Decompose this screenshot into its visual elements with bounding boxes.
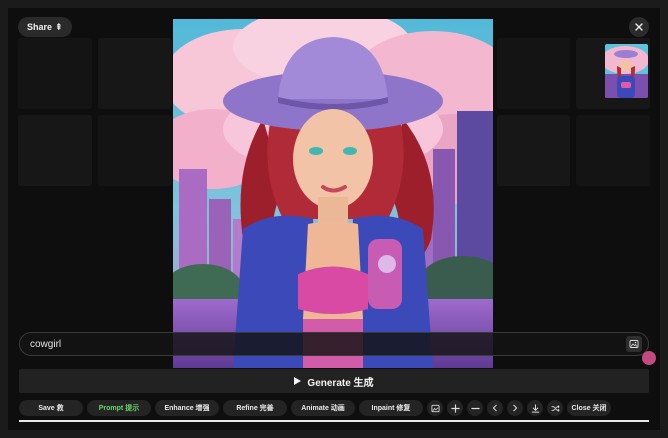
prompt-text: cowgirl	[30, 338, 62, 350]
gallery-tile	[97, 38, 172, 109]
download-icon	[531, 403, 539, 413]
zoom-out-button[interactable]	[467, 400, 483, 416]
play-icon	[294, 377, 302, 385]
chevron-right-icon	[513, 404, 518, 412]
close-icon	[635, 23, 643, 31]
shuffle-button[interactable]	[547, 400, 563, 416]
generate-button[interactable]: Generate 生成	[19, 369, 649, 393]
share-button[interactable]: Share ⇞	[18, 17, 72, 37]
prompt-button[interactable]: Prompt 提示	[87, 400, 151, 416]
download-button[interactable]	[527, 400, 543, 416]
save-button[interactable]: Save 救	[19, 400, 83, 416]
cowgirl-illustration	[173, 19, 493, 368]
image-tool-button[interactable]	[427, 400, 443, 416]
progress-line	[19, 420, 649, 422]
gallery-tile	[97, 115, 172, 186]
chevron-left-icon	[492, 404, 497, 412]
side-handle[interactable]	[642, 351, 656, 365]
image-icon	[629, 340, 639, 348]
thumbnail-art	[605, 44, 648, 98]
close-button[interactable]: Close 关闭	[567, 400, 611, 416]
zoom-in-button[interactable]	[447, 400, 463, 416]
image-thumbnail[interactable]	[605, 44, 648, 98]
generate-label: Generate 生成	[307, 377, 374, 389]
gallery-tile	[496, 38, 571, 109]
generated-image	[173, 19, 493, 368]
minus-icon	[470, 407, 480, 409]
gallery-tile	[18, 38, 92, 109]
image-upload-button[interactable]	[626, 336, 642, 352]
close-modal-button[interactable]	[629, 17, 649, 37]
gallery-tile	[496, 115, 571, 186]
shuffle-icon	[550, 404, 560, 412]
image-icon	[430, 404, 440, 412]
previous-button[interactable]	[487, 400, 503, 416]
gallery-tile	[18, 115, 92, 186]
share-icon: ⇞	[55, 21, 63, 32]
action-toolbar: Save 救 Prompt 提示 Enhance 增强 Refine 完善 An…	[19, 400, 649, 416]
animate-button[interactable]: Animate 动画	[291, 400, 355, 416]
gallery-tile	[576, 115, 650, 186]
plus-icon	[450, 403, 460, 413]
prompt-input[interactable]: cowgirl	[19, 332, 649, 356]
modal-frame: Share ⇞ cowgirl Generate 生成 Save 救 Promp…	[8, 8, 660, 430]
enhance-button[interactable]: Enhance 增强	[155, 400, 219, 416]
share-label: Share	[27, 22, 53, 32]
inpaint-button[interactable]: Inpaint 修复	[359, 400, 423, 416]
refine-button[interactable]: Refine 完善	[223, 400, 287, 416]
next-button[interactable]	[507, 400, 523, 416]
